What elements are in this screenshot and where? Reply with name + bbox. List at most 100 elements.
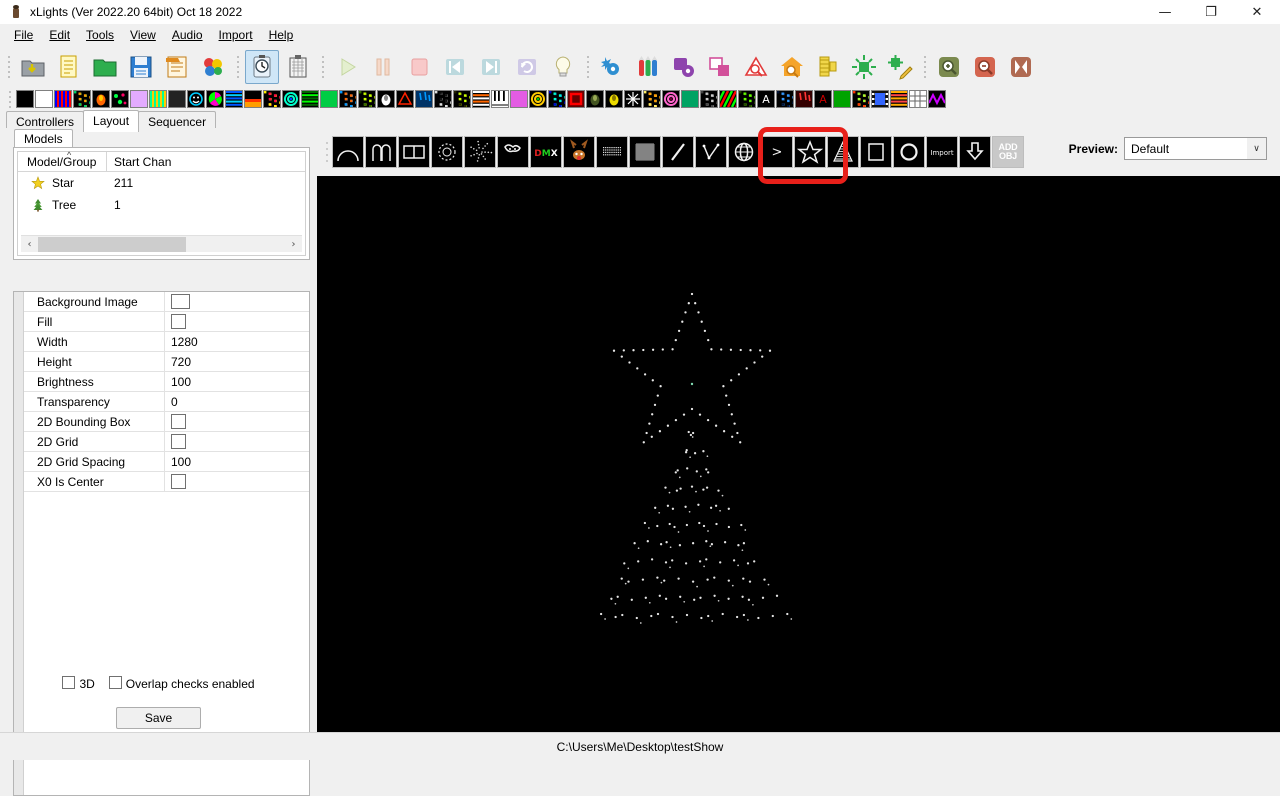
add-object-icon[interactable]: ADDOBJ <box>992 136 1024 168</box>
house-zoom-icon[interactable] <box>775 50 809 84</box>
preview-dropdown[interactable]: Default ∨ <box>1124 137 1267 160</box>
candle-effect[interactable] <box>92 90 110 108</box>
piano-effect[interactable] <box>491 90 509 108</box>
property-value[interactable]: 0 <box>164 392 309 412</box>
replay-icon[interactable] <box>510 50 544 84</box>
fireworks-effect[interactable] <box>263 90 281 108</box>
ripple-effect[interactable] <box>548 90 566 108</box>
lights-on-icon[interactable] <box>546 50 580 84</box>
stop-icon[interactable] <box>402 50 436 84</box>
menu-view[interactable]: View <box>122 25 164 45</box>
fill-effect[interactable] <box>225 90 243 108</box>
menu-edit[interactable]: Edit <box>41 25 78 45</box>
toolbar-grip[interactable] <box>234 52 241 82</box>
menu-help[interactable]: Help <box>261 25 302 45</box>
scrollbar-track[interactable] <box>38 237 285 252</box>
dmx-effect[interactable] <box>168 90 186 108</box>
property-checkbox[interactable] <box>171 314 186 329</box>
property-checkbox[interactable] <box>171 434 186 449</box>
galaxy-effect[interactable] <box>282 90 300 108</box>
icicle-model-icon[interactable] <box>497 136 529 168</box>
papagayo-icon[interactable] <box>811 50 845 84</box>
glediator-effect[interactable] <box>320 90 338 108</box>
poly-line-model-icon[interactable] <box>695 136 727 168</box>
sphere-globe-model-icon[interactable] <box>728 136 760 168</box>
marquee-effect[interactable] <box>396 90 414 108</box>
layout-preview-canvas[interactable] <box>317 176 1280 732</box>
arch-model-icon[interactable] <box>332 136 364 168</box>
butterfly-effect[interactable] <box>73 90 91 108</box>
menu-audio[interactable]: Audio <box>164 25 211 45</box>
cube-model-icon[interactable] <box>398 136 430 168</box>
property-value[interactable]: 100 <box>164 452 309 472</box>
save-icon[interactable] <box>124 50 158 84</box>
effect-assist-icon[interactable] <box>739 50 773 84</box>
property-value[interactable]: 1280 <box>164 332 309 352</box>
meteors-effect[interactable] <box>415 90 433 108</box>
toolbar-grip[interactable] <box>921 52 928 82</box>
off-effect[interactable] <box>16 90 34 108</box>
render-all-icon[interactable] <box>196 50 230 84</box>
plasma-effect[interactable] <box>529 90 547 108</box>
checkbox-3d-box[interactable] <box>62 676 75 689</box>
minimize-button[interactable]: — <box>1142 0 1188 24</box>
liquid-effect[interactable] <box>377 90 395 108</box>
tree-model-icon[interactable] <box>827 136 859 168</box>
check-sequence-icon[interactable] <box>281 50 315 84</box>
property-checkbox[interactable] <box>171 414 186 429</box>
fan-effect[interactable] <box>206 90 224 108</box>
import-model-icon[interactable]: Import <box>926 136 958 168</box>
property-value[interactable]: 720 <box>164 352 309 372</box>
model-preview-icon[interactable] <box>667 50 701 84</box>
state-effect[interactable] <box>700 90 718 108</box>
wave-effect[interactable] <box>852 90 870 108</box>
scroll-left-arrow-icon[interactable]: ‹ <box>21 237 38 252</box>
grid-model-icon[interactable] <box>629 136 661 168</box>
property-value[interactable] <box>164 412 309 432</box>
edit-effect-icon[interactable] <box>883 50 917 84</box>
dmx-model-icon[interactable]: DMX <box>530 136 562 168</box>
maximize-button[interactable]: ❐ <box>1188 0 1234 24</box>
models-horizontal-scrollbar[interactable]: ‹ › <box>21 235 302 252</box>
table-row[interactable]: Star 211 <box>18 172 305 194</box>
column-model-group[interactable]: Model/Group ^ <box>18 152 106 171</box>
wreath-effect[interactable] <box>928 90 946 108</box>
property-value[interactable] <box>164 472 309 492</box>
menu-tools[interactable]: Tools <box>78 25 122 45</box>
faces-effect[interactable] <box>187 90 205 108</box>
checkbox-3d[interactable] <box>62 676 75 692</box>
toolbar-grip[interactable] <box>6 90 13 108</box>
rewind-icon[interactable] <box>438 50 472 84</box>
property-value[interactable] <box>164 312 309 332</box>
new-show-folder-icon[interactable] <box>16 50 50 84</box>
color-manager-icon[interactable] <box>631 50 665 84</box>
shockwave-effect[interactable] <box>586 90 604 108</box>
toolbar-grip[interactable] <box>5 52 12 82</box>
snowstorm-effect[interactable] <box>643 90 661 108</box>
single-line-model-icon[interactable] <box>662 136 694 168</box>
image-model-icon[interactable] <box>563 136 595 168</box>
circles-effect[interactable] <box>111 90 129 108</box>
checkbox-overlap-box[interactable] <box>109 676 122 689</box>
servo-effect[interactable] <box>909 90 927 108</box>
open-sequence-icon[interactable] <box>88 50 122 84</box>
scheduler-icon[interactable] <box>245 50 279 84</box>
render-effects-icon[interactable] <box>595 50 629 84</box>
checkbox-overlap[interactable] <box>109 676 122 692</box>
property-value[interactable] <box>164 432 309 452</box>
bars-effect[interactable] <box>54 90 72 108</box>
spirograph-effect[interactable] <box>681 90 699 108</box>
menu-file[interactable]: File <box>6 25 41 45</box>
new-sequence-icon[interactable] <box>52 50 86 84</box>
tab-layout[interactable]: Layout <box>83 110 139 132</box>
save-button[interactable]: Save <box>116 707 201 729</box>
single-strand-effect[interactable] <box>605 90 623 108</box>
fast-forward-icon[interactable] <box>474 50 508 84</box>
color-wash-effect[interactable] <box>130 90 148 108</box>
tendril-effect[interactable] <box>738 90 756 108</box>
close-button[interactable]: ✕ <box>1234 0 1280 24</box>
effect-settings-icon[interactable] <box>847 50 881 84</box>
menu-import[interactable]: Import <box>211 25 261 45</box>
chevron-down-icon[interactable]: ∨ <box>1247 138 1266 159</box>
window-frame-model-icon[interactable] <box>860 136 892 168</box>
